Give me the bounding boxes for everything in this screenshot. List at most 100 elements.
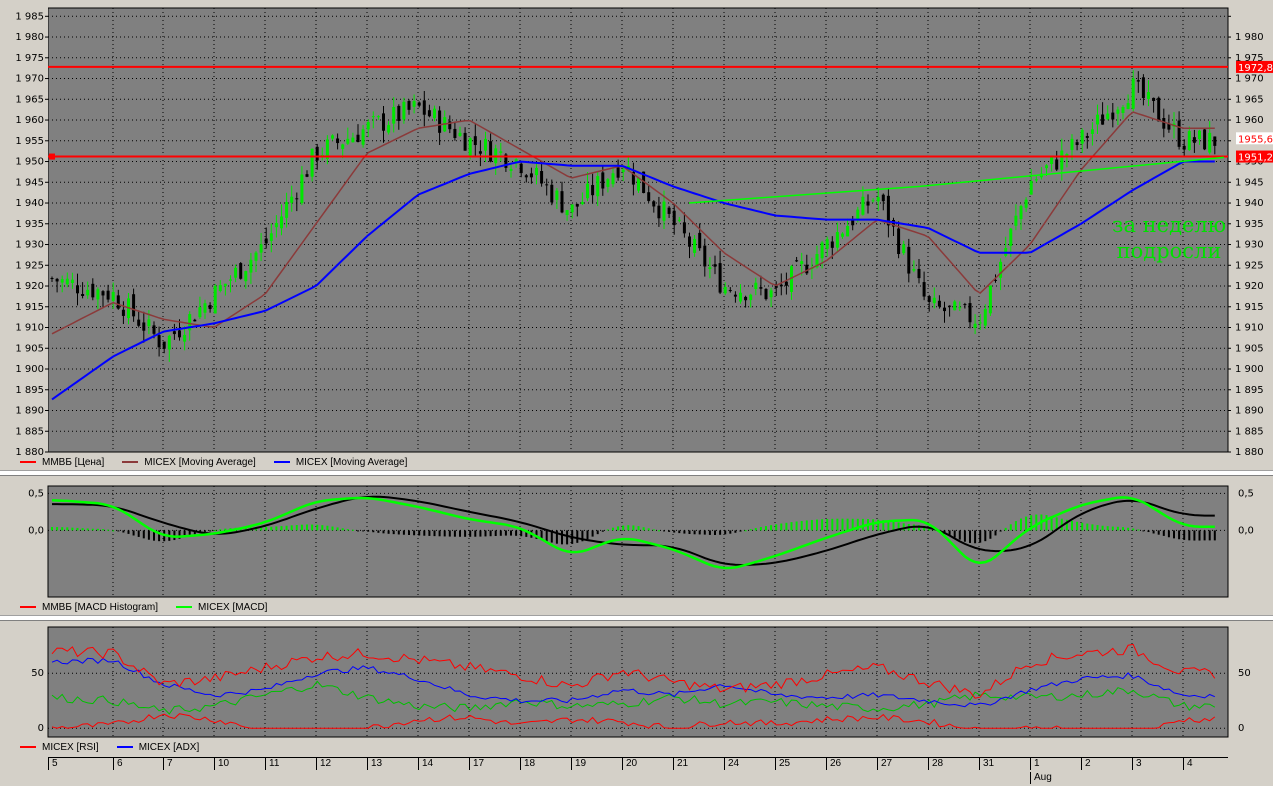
candle-body: [586, 183, 589, 199]
macd-histogram-bar: [780, 523, 783, 531]
macd-histogram-bar: [790, 522, 793, 531]
candle-body: [310, 148, 314, 177]
rsi-legend: MICEX [RSI] MICEX [ADX]: [20, 740, 199, 754]
candle-body: [606, 179, 610, 187]
macd-histogram-bar: [1183, 530, 1186, 540]
candle-body: [519, 163, 523, 174]
panel-splitter-1[interactable]: [0, 470, 1273, 476]
price-ytick-label-right-13: 1 920: [1235, 281, 1264, 292]
price-ytick-label-left-16: 1 905: [15, 343, 44, 354]
panel-splitter-2[interactable]: [0, 615, 1273, 621]
rsi-ytick-label-left-1: 0: [38, 723, 44, 734]
candle-body: [157, 335, 161, 348]
candle-body: [1019, 205, 1023, 220]
macd-histogram-bar: [821, 519, 824, 531]
macd-ytick-label-left-0: 0,5: [28, 488, 44, 499]
candle-body: [647, 192, 651, 201]
legend-label-price: ММВБ [Цена]: [42, 456, 105, 468]
macd-histogram-bar: [979, 530, 982, 543]
macd-histogram-bar: [397, 530, 400, 535]
macd-histogram-bar: [591, 530, 594, 537]
candle-body: [932, 297, 936, 304]
macd-histogram-bar: [749, 529, 752, 531]
candle-body: [402, 101, 406, 120]
macd-histogram-bar: [984, 530, 987, 542]
price-ytick-label-right-11: 1 930: [1235, 240, 1264, 251]
price-panel: [47, 7, 1229, 453]
macd-histogram-bar: [173, 530, 176, 541]
candle-body: [1152, 97, 1156, 101]
macd-histogram-bar: [61, 527, 64, 531]
price-ytick-label-left-14: 1 915: [15, 302, 44, 313]
candle-body: [907, 246, 911, 274]
price-ytick-label-left-15: 1 910: [15, 323, 44, 334]
macd-histogram-bar: [836, 518, 839, 531]
legend-item-ma-long: MICEX [Moving Average]: [273, 456, 408, 468]
macd-histogram-bar: [1091, 524, 1094, 531]
candle-body: [728, 290, 732, 292]
candle-body: [468, 138, 472, 156]
macd-histogram-bar: [510, 530, 512, 536]
price-ytick-label-right-20: 1 885: [1235, 426, 1264, 437]
macd-ytick-label-right-0: 0,5: [1238, 488, 1254, 499]
candle-body: [111, 291, 115, 301]
candle-body: [489, 141, 493, 162]
candle-body: [937, 300, 941, 307]
macd-histogram-bar: [673, 530, 676, 533]
macd-legend: ММВБ [MACD Histogram] MICEX [MACD]: [20, 600, 267, 614]
time-axis[interactable]: 5 6 7 10 11 12 13 14 17 18 19 20 21 24 25 26 27 28 31 1 2 3 4 A…: [48, 757, 1228, 786]
candle-body: [1177, 120, 1181, 147]
macd-histogram-bar: [642, 527, 645, 531]
macd-histogram-bar: [51, 526, 53, 531]
candle-body: [1029, 180, 1033, 195]
macd-histogram-bar: [1152, 530, 1155, 534]
macd-histogram-bar: [132, 530, 135, 536]
rsi-ytick-label-right-0: 50: [1238, 668, 1251, 679]
macd-histogram-bar: [107, 529, 110, 531]
macd-histogram-bar: [306, 524, 308, 531]
candle-body: [1090, 129, 1094, 134]
candle-body: [438, 110, 442, 133]
macd-histogram-bar: [402, 530, 405, 535]
macd-histogram-bar: [765, 526, 767, 531]
candle-body: [662, 201, 666, 221]
time-axis-day-20: 20: [622, 758, 637, 770]
price-ytick-label-left-10: 1 935: [15, 219, 44, 230]
candle-body: [524, 175, 528, 178]
macd-histogram-bar: [1035, 514, 1038, 531]
candle-body: [953, 301, 957, 311]
macd-histogram-bar: [647, 528, 650, 531]
time-axis-day-2: 2: [1081, 758, 1091, 770]
macd-histogram-bar: [91, 528, 94, 531]
macd-histogram-bar: [561, 530, 563, 545]
candle-body: [688, 236, 691, 247]
legend-label-ma-long: MICEX [Moving Average]: [295, 456, 408, 468]
macd-histogram-bar: [362, 530, 365, 532]
candle-body: [1096, 114, 1099, 125]
macd-histogram-bar: [346, 529, 349, 531]
candle-body: [1024, 199, 1028, 208]
macd-histogram-bar: [469, 530, 472, 537]
candle-body: [280, 216, 283, 229]
candle-body: [672, 210, 676, 226]
candle-body: [101, 291, 105, 296]
candle-body: [999, 261, 1003, 278]
price-ytick-label-right-12: 1 925: [1235, 260, 1264, 271]
candle-body: [657, 205, 661, 219]
macd-histogram-bar: [112, 530, 115, 532]
macd-histogram-bar: [392, 530, 395, 535]
price-ytick-label-right-19: 1 890: [1235, 406, 1264, 417]
macd-histogram-bar: [1198, 530, 1201, 541]
macd-histogram-bar: [137, 530, 140, 537]
legend-item-rsi: MICEX [RSI]: [20, 742, 99, 753]
macd-histogram-bar: [147, 530, 150, 540]
macd-histogram-bar: [1045, 514, 1048, 531]
candle-body: [1080, 130, 1084, 144]
time-axis-day-1: 1: [1030, 758, 1040, 770]
candle-body: [535, 167, 538, 176]
candle-body: [545, 184, 549, 186]
macd-histogram-bar: [326, 525, 329, 531]
macd-histogram-bar: [1014, 521, 1017, 531]
macd-histogram-bar: [56, 527, 59, 531]
candle-body: [86, 289, 90, 296]
